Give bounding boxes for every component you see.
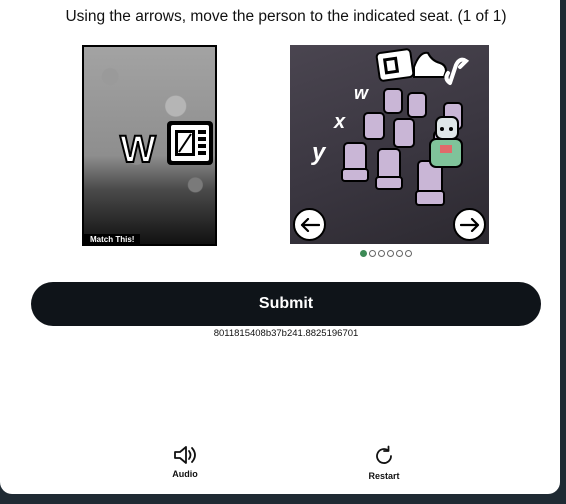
- next-arrow-button[interactable]: [453, 208, 486, 241]
- captcha-frame: Using the arrows, move the person to the…: [0, 0, 560, 494]
- row-label-y: y: [311, 139, 327, 166]
- refresh-icon: [376, 445, 392, 464]
- pagination-dot: [378, 250, 385, 257]
- match-this-caption: Match This!: [84, 234, 141, 244]
- pagination-dots: [360, 250, 412, 257]
- arrow-left-icon: [300, 217, 320, 232]
- person-figure: [429, 116, 463, 168]
- reference-seat-letter: W: [119, 128, 157, 172]
- restart-button[interactable]: Restart: [344, 444, 424, 481]
- audio-button[interactable]: Audio: [145, 444, 225, 479]
- reference-image: W Match This!: [82, 45, 217, 246]
- row-label-w: w: [354, 83, 369, 103]
- scene-header-icons: [375, 48, 470, 85]
- arrow-right-icon: [459, 217, 479, 232]
- previous-arrow-button[interactable]: [293, 208, 326, 241]
- pagination-dot: [387, 250, 394, 257]
- session-id: 8011815408b37b241.8825196701: [213, 328, 359, 339]
- row-label-x: x: [333, 111, 346, 133]
- pagination-dot: [405, 250, 412, 257]
- tv-screen-icon: [167, 121, 213, 165]
- instruction-text: Using the arrows, move the person to the…: [65, 8, 507, 25]
- speaker-icon: [174, 446, 196, 464]
- pagination-dot: [396, 250, 403, 257]
- restart-label: Restart: [368, 471, 400, 481]
- submit-button[interactable]: Submit: [31, 282, 541, 326]
- seat-scene-image: w x y: [290, 45, 489, 244]
- audio-label: Audio: [172, 469, 198, 479]
- pagination-dot: [360, 250, 367, 257]
- pagination-dot: [369, 250, 376, 257]
